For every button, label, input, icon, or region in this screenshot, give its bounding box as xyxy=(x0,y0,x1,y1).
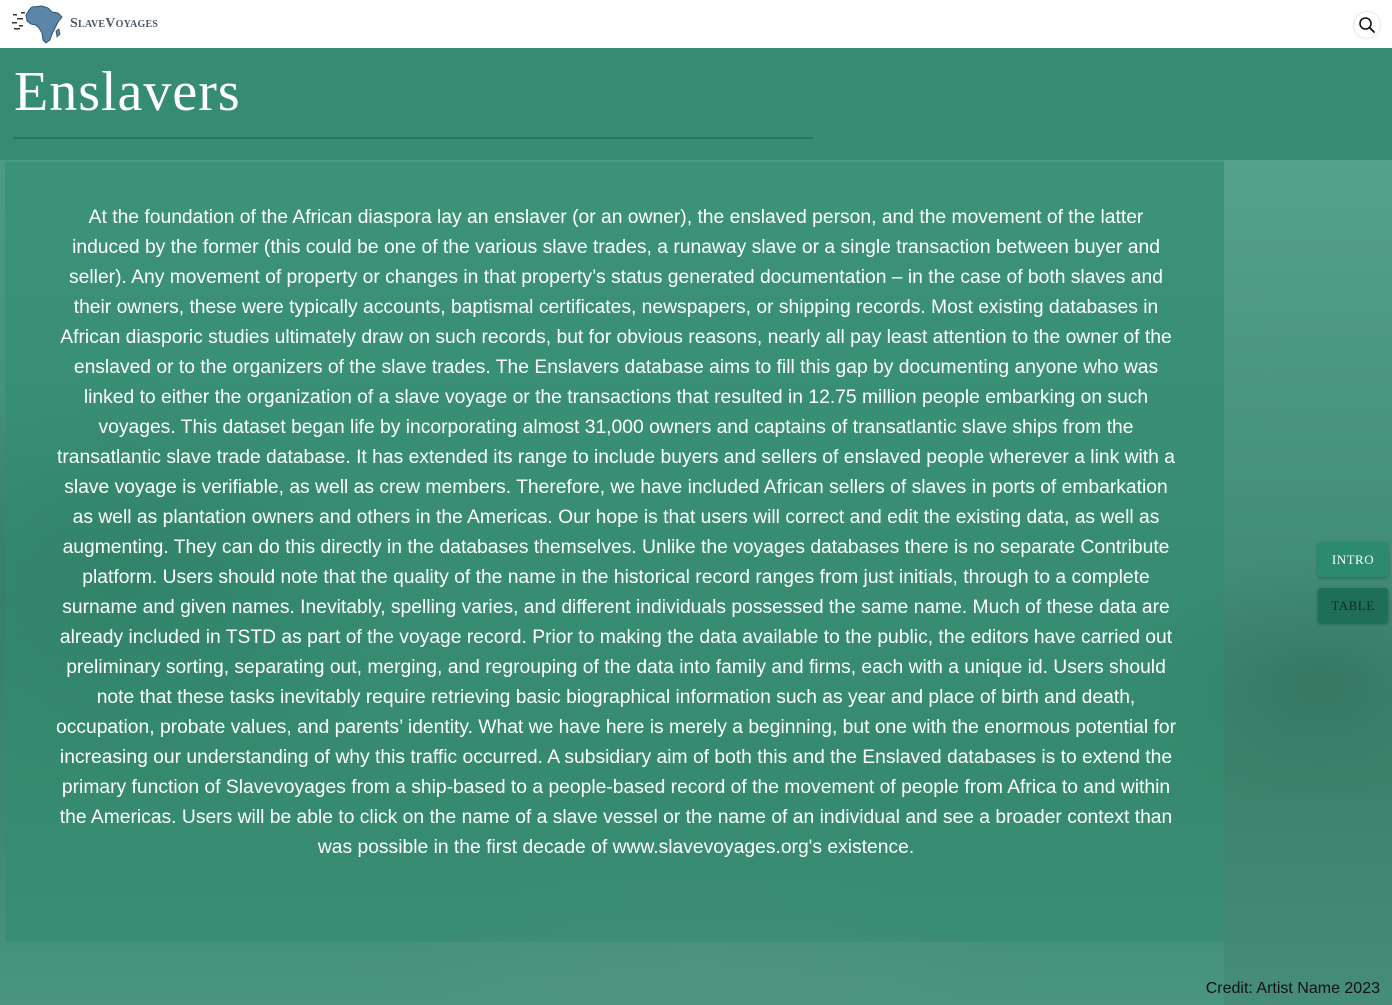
intro-paragraph: At the foundation of the African diaspor… xyxy=(55,207,1177,858)
search-button[interactable] xyxy=(1354,12,1380,38)
title-divider xyxy=(13,137,813,139)
title-band: Enslavers xyxy=(0,48,1392,160)
table-button[interactable]: TABLE xyxy=(1318,588,1388,623)
page-title: Enslavers xyxy=(14,61,241,123)
search-icon xyxy=(1359,17,1375,33)
background-side-strip xyxy=(1224,160,1392,1005)
logo-text: SlaveVoyages xyxy=(70,16,159,31)
image-credit: Credit: Artist Name 2023 xyxy=(1205,980,1380,997)
intro-panel: At the foundation of the African diaspor… xyxy=(5,162,1224,942)
africa-map-icon xyxy=(12,5,63,44)
site-logo[interactable]: SlaveVoyages xyxy=(12,3,158,45)
top-nav-bar: SlaveVoyages xyxy=(0,0,1392,48)
intro-button[interactable]: INTRO xyxy=(1318,542,1388,577)
